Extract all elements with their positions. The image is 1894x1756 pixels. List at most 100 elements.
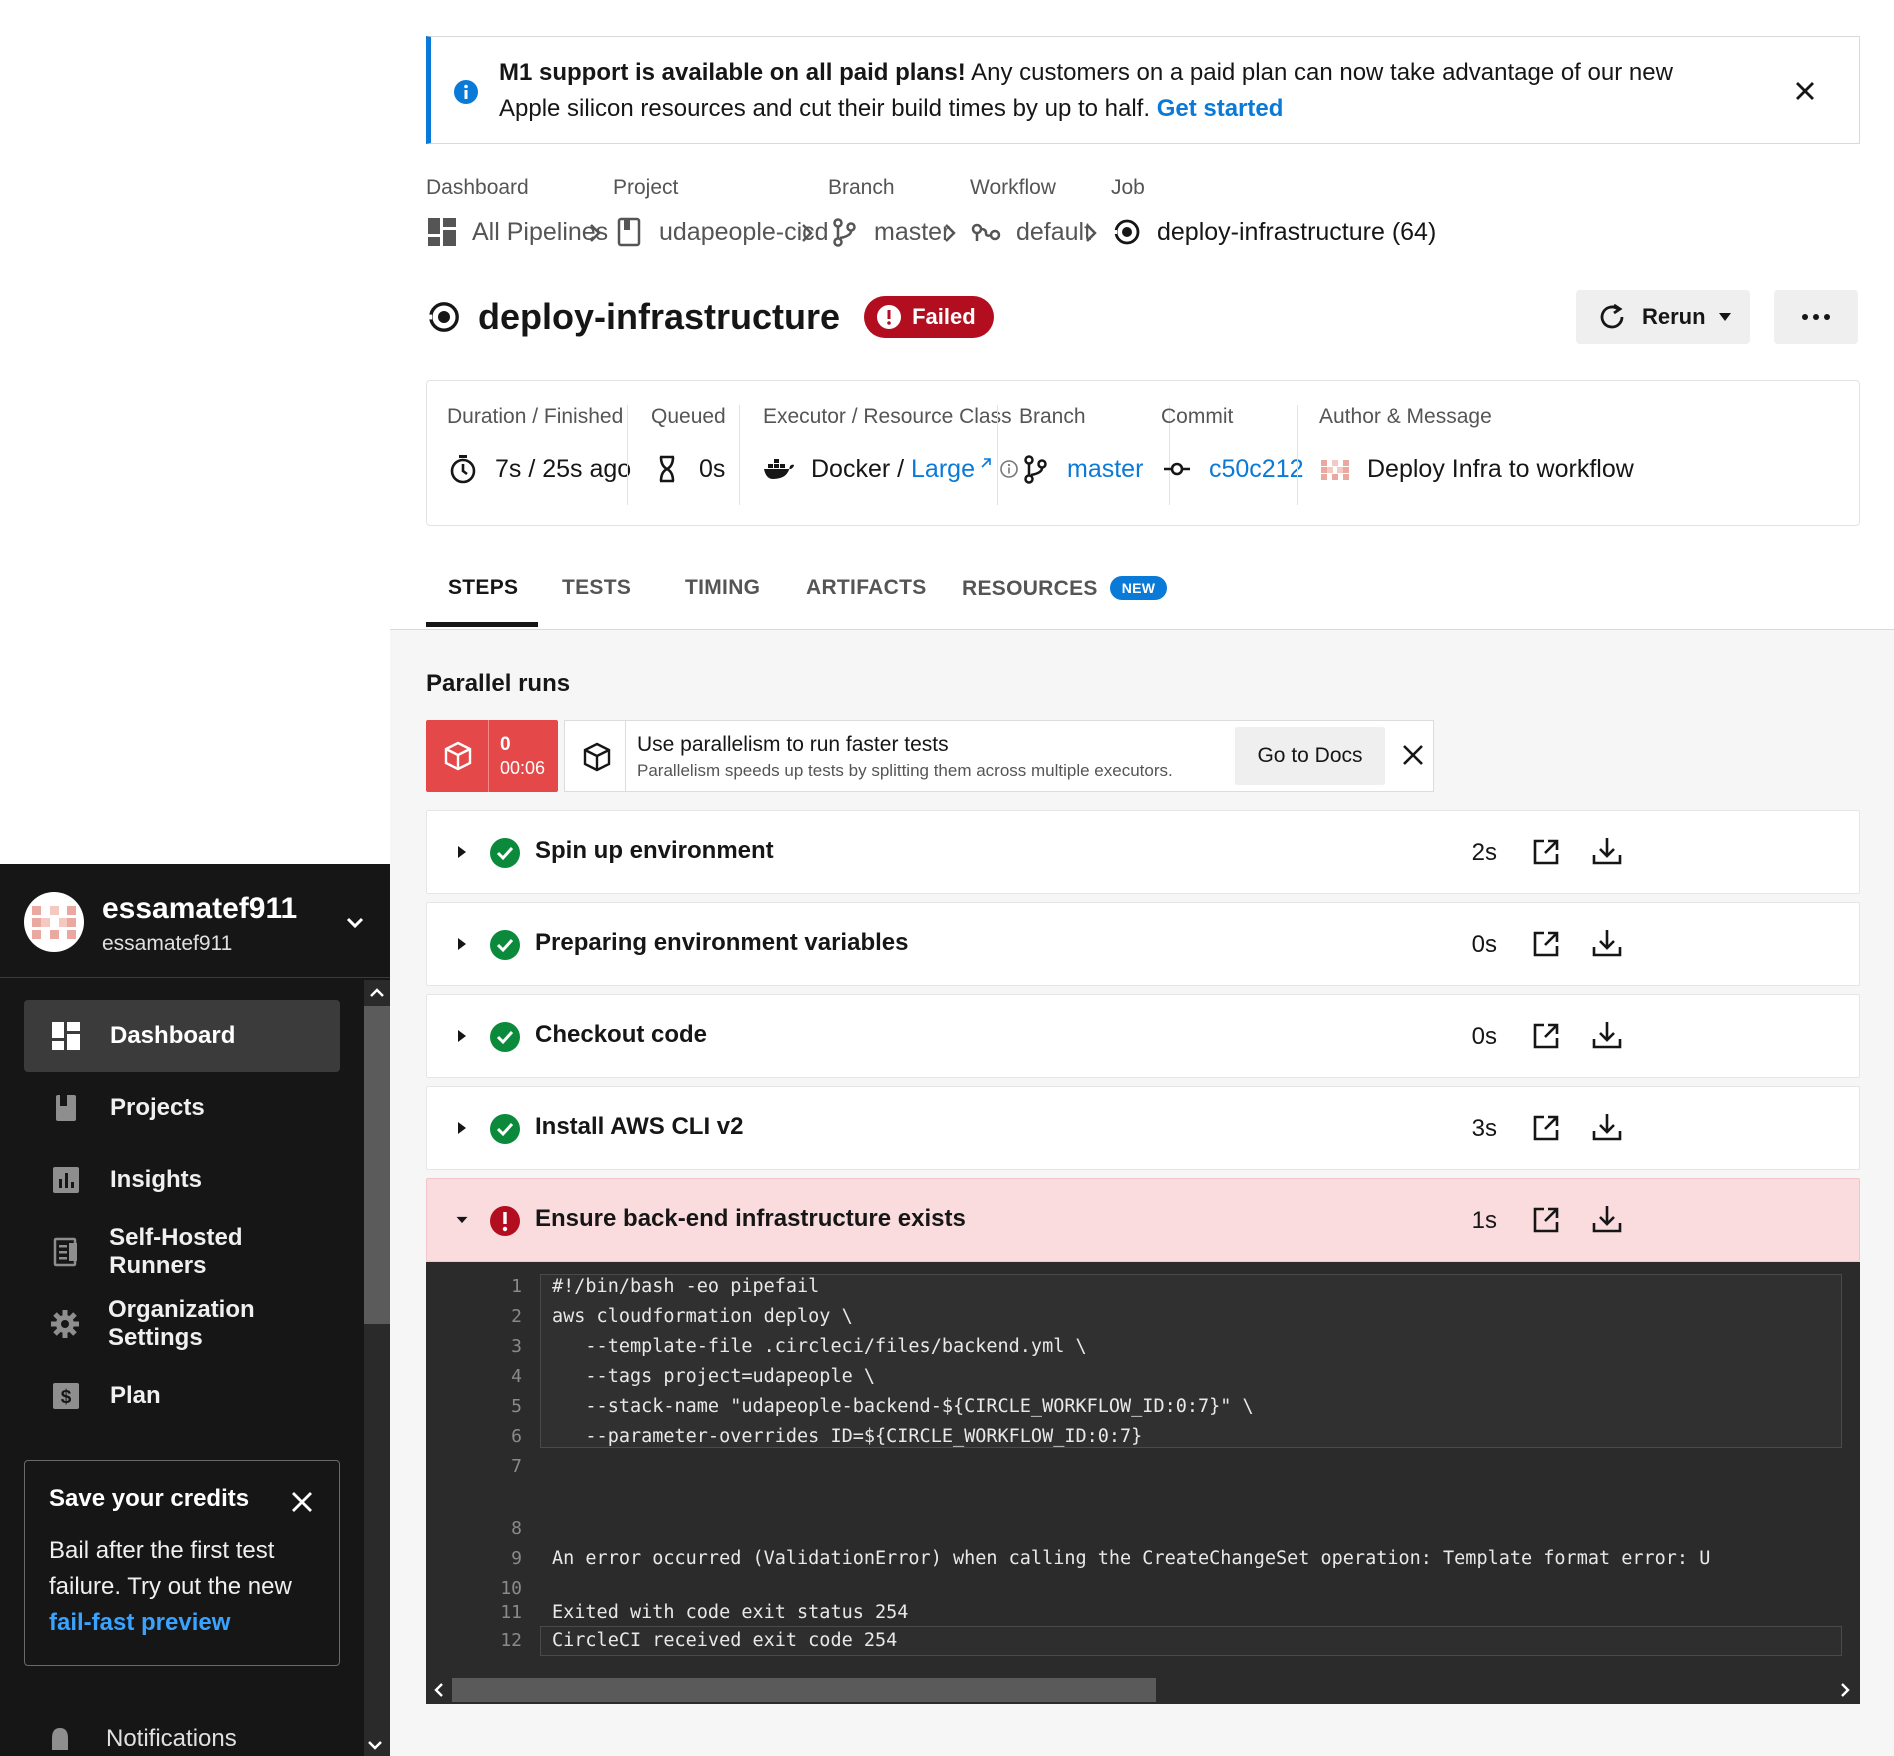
external-link-icon[interactable] <box>1531 929 1561 959</box>
sidebar-item-self-hosted-runners[interactable]: Self-Hosted Runners <box>24 1216 340 1288</box>
sidebar-item-label: Self-Hosted Runners <box>109 1224 243 1279</box>
breadcrumb-branch[interactable]: Branch master <box>828 176 950 247</box>
external-link-icon[interactable] <box>1531 1021 1561 1051</box>
download-icon[interactable] <box>1591 835 1623 867</box>
scroll-left-icon[interactable] <box>432 1682 446 1698</box>
error-icon <box>877 305 902 329</box>
sidebar-blank-area <box>0 0 390 864</box>
run-index: 0 <box>500 734 511 755</box>
download-icon[interactable] <box>1591 1203 1623 1235</box>
promo-subtitle: Parallelism speeds up tests by splitting… <box>637 761 1173 780</box>
tab-label: RESOURCES <box>962 577 1098 600</box>
download-icon[interactable] <box>1591 1019 1623 1051</box>
sidebar-item-label: Plan <box>110 1382 161 1409</box>
breadcrumb-value: All Pipelines <box>426 216 608 248</box>
sidebar-item-projects[interactable]: Projects <box>24 1072 340 1144</box>
external-link-icon[interactable] <box>1531 1205 1561 1235</box>
go-to-docs-button[interactable]: Go to Docs <box>1235 727 1385 785</box>
field-value: Deploy Infra to workflow <box>1319 453 1634 485</box>
breadcrumb-project[interactable]: Project udapeople-cicd <box>613 176 829 247</box>
commit-link[interactable]: c50c212 <box>1209 455 1304 484</box>
sidebar-item-organization-settings[interactable]: Organization Settings <box>24 1288 340 1360</box>
sidebar-scrollbar-thumb[interactable] <box>364 1006 390 1324</box>
job-details-panel: Duration / Finished 7s / 25s ago Queued … <box>426 380 1860 526</box>
sidebar-item-notifications[interactable]: Notifications <box>48 1724 237 1754</box>
tab-tests[interactable]: TESTS <box>562 576 631 600</box>
expand-arrow-icon[interactable] <box>455 843 469 861</box>
external-link-icon <box>981 458 991 468</box>
breadcrumb-dashboard[interactable]: Dashboard All Pipelines <box>426 176 608 246</box>
collapse-arrow-icon[interactable] <box>455 1211 469 1229</box>
step-row-failed[interactable]: Ensure back-end infrastructure exists 1s <box>426 1178 1860 1262</box>
get-started-link[interactable]: Get started <box>1157 95 1284 122</box>
field-label: Queued <box>651 405 726 428</box>
runners-icon <box>50 1236 81 1268</box>
rerun-label: Rerun <box>1642 304 1706 329</box>
download-icon[interactable] <box>1591 927 1623 959</box>
expand-arrow-icon[interactable] <box>455 1119 469 1137</box>
external-link-icon[interactable] <box>1531 837 1561 867</box>
sidebar-item-plan[interactable]: $ Plan <box>24 1360 340 1432</box>
org-switcher[interactable]: essamatef911 essamatef911 <box>0 864 390 978</box>
step-duration: 0s <box>1471 931 1497 958</box>
dollar-icon: $ <box>50 1380 82 1412</box>
sidebar-item-dashboard[interactable]: Dashboard <box>24 1000 340 1072</box>
console-line: 2 aws cloudformation deploy \ <box>511 1306 853 1327</box>
console-horizontal-scrollbar[interactable] <box>426 1674 1860 1704</box>
chevron-up-icon[interactable] <box>366 982 388 1004</box>
step-row[interactable]: Checkout code 0s <box>426 994 1860 1078</box>
tab-artifacts[interactable]: ARTIFACTS <box>806 576 927 600</box>
sidebar-item-label: Dashboard <box>110 1022 236 1049</box>
chevron-right-icon <box>1086 224 1097 242</box>
branch-link[interactable]: master <box>1067 455 1143 484</box>
breadcrumb-job: Job deploy-infrastructure (64) <box>1111 176 1436 246</box>
console-line: 9 An error occurred (ValidationError) whe… <box>511 1548 1711 1569</box>
sidebar-item-label: Projects <box>110 1094 205 1121</box>
chevron-down-icon[interactable] <box>340 908 370 938</box>
tab-timing[interactable]: TIMING <box>685 576 760 600</box>
success-icon <box>490 838 520 868</box>
project-icon <box>50 1092 82 1124</box>
scrollbar-thumb[interactable] <box>452 1678 1156 1702</box>
expand-arrow-icon[interactable] <box>455 935 469 953</box>
tab-resources[interactable]: RESOURCES NEW <box>962 576 1168 601</box>
field-value: Docker / Large <box>763 453 1019 485</box>
breadcrumb-value: default <box>970 216 1091 248</box>
close-icon[interactable] <box>1401 743 1425 767</box>
more-actions-button[interactable] <box>1774 290 1858 344</box>
resource-class-link[interactable]: Large <box>911 455 975 484</box>
external-link-icon[interactable] <box>1531 1113 1561 1143</box>
chevron-right-icon <box>945 224 956 242</box>
dashboard-icon <box>50 1020 82 1052</box>
breadcrumb-workflow[interactable]: Workflow default <box>970 176 1091 246</box>
close-icon[interactable] <box>289 1489 315 1515</box>
fail-fast-link[interactable]: fail-fast preview <box>49 1609 230 1636</box>
chevron-down-icon[interactable] <box>364 1734 386 1756</box>
close-icon[interactable] <box>1791 77 1819 105</box>
sidebar-item-label: Insights <box>110 1166 203 1193</box>
breadcrumb: Dashboard All Pipelines Project udapeopl… <box>426 176 1866 256</box>
sidebar-item-label: Notifications <box>106 1725 237 1752</box>
tab-steps[interactable]: STEPS <box>448 576 518 600</box>
step-row[interactable]: Preparing environment variables 0s <box>426 902 1860 986</box>
field-label: Branch <box>1019 405 1086 428</box>
rerun-button[interactable]: Rerun <box>1576 290 1750 344</box>
field-value: 7s / 25s ago <box>447 453 631 485</box>
info-icon[interactable] <box>999 459 1019 479</box>
sidebar: essamatef911 essamatef911 Dashboard Proj… <box>0 864 390 1756</box>
container-icon <box>583 742 611 772</box>
main-content: M1 support is available on all paid plan… <box>390 0 1894 1756</box>
parallel-run-0[interactable]: 0 00:06 <box>426 720 558 792</box>
breadcrumb-label: Dashboard <box>426 176 529 199</box>
step-row[interactable]: Spin up environment 2s <box>426 810 1860 894</box>
success-icon <box>490 930 520 960</box>
breadcrumb-value: udapeople-cicd <box>613 216 829 248</box>
sidebar-item-insights[interactable]: Insights <box>24 1144 340 1216</box>
download-icon[interactable] <box>1591 1111 1623 1143</box>
insights-icon <box>50 1164 82 1196</box>
scroll-right-icon[interactable] <box>1838 1682 1852 1698</box>
step-row[interactable]: Install AWS CLI v2 3s <box>426 1086 1860 1170</box>
container-icon <box>444 741 472 771</box>
expand-arrow-icon[interactable] <box>455 1027 469 1045</box>
step-output-console[interactable]: 1 #!/bin/bash -eo pipefail 2 aws cloudform… <box>426 1262 1860 1704</box>
